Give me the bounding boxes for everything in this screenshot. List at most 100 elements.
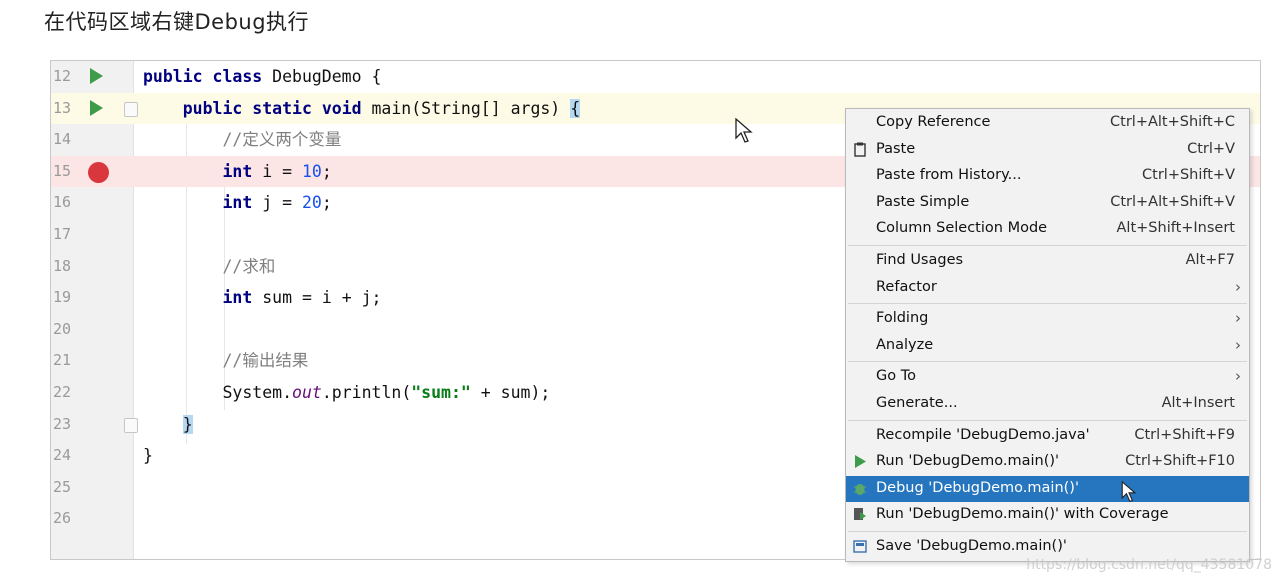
code-text: } <box>143 409 193 441</box>
code-token: ; <box>321 161 332 181</box>
menu-item-column-selection-mode[interactable]: Column Selection Mode Alt+Shift+Insert <box>846 216 1249 243</box>
code-text: int j = 20; <box>143 187 332 219</box>
line-number[interactable]: 19 <box>53 282 75 314</box>
code-token: System. <box>222 383 293 402</box>
code-token: + sum); <box>470 383 551 402</box>
menu-item-label: Save 'DebugDemo.main()' <box>876 538 1067 554</box>
line-number[interactable]: 25 <box>53 472 75 504</box>
menu-separator <box>848 303 1247 305</box>
code-token: public static void <box>182 98 372 118</box>
submenu-chevron-icon: › <box>1235 335 1241 354</box>
menu-item-recompile-debugdemo-java[interactable]: Recompile 'DebugDemo.java' Ctrl+Shift+F9 <box>846 423 1249 450</box>
line-number[interactable]: 18 <box>53 251 75 283</box>
code-token: int <box>222 193 263 213</box>
menu-item-label: Refactor <box>876 278 937 295</box>
menu-item-label: Run 'DebugDemo.main()' <box>876 453 1060 470</box>
menu-item-go-to[interactable]: Go To › <box>846 364 1249 391</box>
debug-bug-icon <box>854 483 866 495</box>
menu-item-label: Generate... <box>876 395 958 411</box>
line-number[interactable]: 14 <box>53 124 75 156</box>
code-line[interactable]: 12 public class DebugDemo { <box>51 61 1260 93</box>
code-token: //定义两个变量 <box>222 130 342 150</box>
submenu-chevron-icon: › <box>1235 309 1241 328</box>
code-token: out <box>292 383 322 402</box>
menu-separator <box>848 245 1247 246</box>
menu-item-shortcut: Alt+Insert <box>1161 395 1235 411</box>
code-token: j = <box>262 193 302 213</box>
line-number[interactable]: 16 <box>53 187 75 219</box>
line-number[interactable]: 17 <box>53 219 75 251</box>
menu-item-label: Folding <box>876 310 929 327</box>
fold-toggle-icon[interactable] <box>124 417 138 433</box>
submenu-chevron-icon: › <box>1235 277 1241 296</box>
menu-item-shortcut: Alt+Shift+Insert <box>1116 220 1235 237</box>
menu-item-debug-debugdemo-main[interactable]: Debug 'DebugDemo.main()' <box>846 475 1249 503</box>
line-number[interactable]: 12 <box>53 61 75 93</box>
code-token: int <box>222 288 263 308</box>
code-token: 10 <box>301 161 322 181</box>
code-text: //求和 <box>143 251 275 283</box>
menu-separator <box>848 419 1247 421</box>
run-gutter-icon[interactable] <box>90 68 103 84</box>
menu-item-generate[interactable]: Generate... Alt+Insert <box>846 391 1249 418</box>
run-icon <box>855 455 866 469</box>
clipboard-icon <box>854 142 866 157</box>
fold-toggle-icon[interactable] <box>124 101 138 117</box>
code-token: } <box>182 414 193 434</box>
code-token: 20 <box>301 193 322 213</box>
code-token: ; <box>321 193 332 213</box>
code-token: //输出结果 <box>222 351 309 371</box>
page-caption: 在代码区域右键Debug执行 <box>44 10 310 34</box>
mouse-cursor-icon <box>735 118 753 143</box>
watermark: https://blog.csdn.net/qq_43581078 <box>1026 557 1272 573</box>
mouse-cursor-icon <box>1121 480 1137 502</box>
menu-separator <box>848 361 1247 363</box>
menu-item-shortcut: Ctrl+Shift+F9 <box>1134 426 1235 443</box>
menu-item-copy-reference[interactable]: Copy Reference Ctrl+Alt+Shift+C <box>846 110 1249 137</box>
menu-item-folding[interactable]: Folding › <box>846 306 1249 333</box>
line-number[interactable]: 13 <box>53 93 75 125</box>
code-token: i = <box>262 161 302 181</box>
menu-item-shortcut: Ctrl+Alt+Shift+C <box>1110 114 1235 130</box>
menu-item-label: Analyze <box>876 336 934 353</box>
line-number[interactable]: 22 <box>53 377 75 409</box>
menu-item-shortcut: Ctrl+Shift+F10 <box>1125 453 1235 470</box>
menu-item-label: Paste <box>876 140 916 157</box>
menu-item-label: Paste from History... <box>876 167 1022 184</box>
line-number[interactable]: 20 <box>53 314 75 346</box>
menu-item-find-usages[interactable]: Find Usages Alt+F7 <box>846 248 1249 275</box>
line-number[interactable]: 24 <box>53 440 75 472</box>
menu-item-paste-from-history[interactable]: Paste from History... Ctrl+Shift+V <box>846 163 1249 190</box>
menu-item-analyze[interactable]: Analyze › <box>846 333 1249 360</box>
run-gutter-icon[interactable] <box>90 99 103 116</box>
code-token: public class <box>143 67 273 86</box>
context-menu: Copy Reference Ctrl+Alt+Shift+C Paste Ctrl+… <box>845 108 1250 562</box>
code-token: DebugDemo { <box>272 67 382 86</box>
code-token: } <box>143 446 153 466</box>
line-number[interactable]: 23 <box>53 409 75 441</box>
menu-item-refactor[interactable]: Refactor › <box>846 275 1249 302</box>
menu-item-paste[interactable]: Paste Ctrl+V <box>846 137 1249 164</box>
code-token: "sum:" <box>411 383 471 402</box>
code-token: sum = i + j; <box>262 288 382 308</box>
menu-item-paste-simple[interactable]: Paste Simple Ctrl+Alt+Shift+V <box>846 190 1249 217</box>
code-token: { <box>570 98 581 118</box>
menu-item-label: Paste Simple <box>876 193 970 210</box>
menu-item-run-debugdemo-main-with-coverage[interactable]: Run 'DebugDemo.main()' with Coverage <box>846 502 1249 529</box>
breakpoint-icon[interactable] <box>88 161 109 183</box>
code-token: //求和 <box>222 256 276 276</box>
line-number[interactable]: 26 <box>53 503 75 535</box>
coverage-icon <box>854 508 866 521</box>
menu-item-label: Debug 'DebugDemo.main()' <box>876 479 1079 496</box>
line-number[interactable]: 15 <box>53 156 75 188</box>
menu-item-shortcut: Alt+F7 <box>1185 252 1235 268</box>
line-number[interactable]: 21 <box>53 345 75 377</box>
code-text: public class DebugDemo { <box>143 61 381 93</box>
menu-item-run-debugdemo-main[interactable]: Run 'DebugDemo.main()' Ctrl+Shift+F10 <box>846 449 1249 476</box>
